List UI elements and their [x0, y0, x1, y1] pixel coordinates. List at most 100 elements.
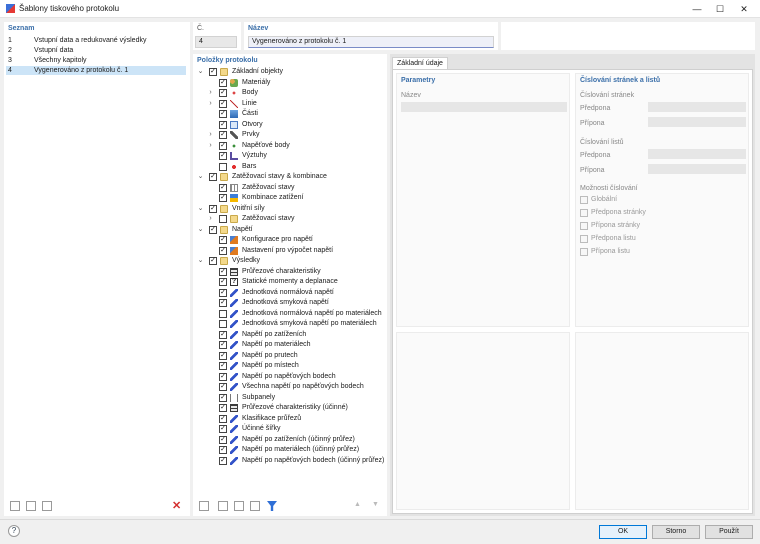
tree-checkbox[interactable]: ✓ [219, 351, 227, 360]
tree-checkbox[interactable]: ✓ [219, 236, 227, 244]
tree-item[interactable]: ⌄ ✓ Základní objekty [197, 67, 386, 77]
tree-checkbox[interactable] [219, 309, 227, 318]
move-up-icon[interactable]: ▲ [354, 501, 361, 508]
tree-checkbox[interactable]: ✓ [219, 383, 227, 391]
tree-item[interactable]: ✓ Napětí po zatíženích [207, 330, 386, 340]
tree-checkbox[interactable]: ✓ [219, 404, 227, 412]
tree-item[interactable]: ✓ Zatěžovací stavy [207, 183, 386, 193]
tree-checkbox[interactable]: ✓ [219, 288, 227, 297]
copy-template-icon[interactable] [26, 501, 36, 511]
tree-item[interactable]: ⌄ ✓ Výsledky [197, 256, 386, 266]
tree-item[interactable]: › ✓ Linie [207, 99, 386, 109]
chevron-down-icon[interactable]: ⌄ [197, 67, 204, 77]
tree-checkbox[interactable]: ✓ [219, 299, 227, 307]
tree-checkbox[interactable]: ✓ [219, 362, 227, 370]
chevron-down-icon[interactable]: ⌄ [197, 204, 204, 214]
close-button[interactable]: ✕ [733, 0, 755, 18]
tree-item[interactable]: › ✓ Body [207, 88, 386, 98]
tree-item[interactable]: ✓ Jednotková smyková napětí [207, 298, 386, 308]
tree-checkbox[interactable]: ✓ [219, 246, 227, 255]
copy-icon[interactable] [199, 501, 209, 511]
tree-item[interactable]: ✓ Otvory [207, 120, 386, 130]
tree-item[interactable]: ✓ Výztuhy [207, 151, 386, 161]
tree-checkbox[interactable]: ✓ [219, 414, 227, 423]
tree-checkbox[interactable]: ✓ [219, 141, 227, 150]
tree-checkbox[interactable]: ✓ [219, 425, 227, 433]
tree-checkbox[interactable]: ✓ [219, 78, 227, 87]
tree-item[interactable]: ✓ Napětí po materiálech (účinný průřez) [207, 445, 386, 455]
tree-checkbox[interactable]: ✓ [219, 99, 227, 108]
stranky-pripona-field[interactable] [648, 117, 746, 127]
list-item[interactable]: 3 Všechny kapitoly [6, 56, 186, 65]
tree-checkbox[interactable]: ✓ [219, 435, 227, 444]
tree-checkbox[interactable] [219, 320, 227, 328]
tree-item[interactable]: ⌄ ✓ Napětí [197, 225, 386, 235]
tree-item[interactable]: ✓ Všechna napětí po napěťových bodech [207, 382, 386, 392]
tree-checkbox[interactable]: ✓ [209, 204, 217, 213]
tree-checkbox[interactable] [219, 162, 227, 171]
tree-item[interactable]: › ✓ Prvky [207, 130, 386, 140]
tree-item[interactable]: ✓ Účinné šířky [207, 424, 386, 434]
tree-item[interactable]: › ✓ Napěťové body [207, 141, 386, 151]
option-checkbox[interactable] [580, 196, 588, 204]
cislo-field[interactable]: 4 [195, 36, 237, 48]
tree-checkbox[interactable]: ✓ [219, 183, 227, 192]
pouzit-button[interactable]: Použít [705, 525, 753, 539]
delete-icon[interactable]: ✕ [172, 499, 181, 512]
option-checkbox[interactable] [580, 235, 588, 243]
tree-item[interactable]: ✓ Subpanely [207, 393, 386, 403]
ok-button[interactable]: OK [599, 525, 647, 539]
tree-checkbox[interactable] [219, 215, 227, 223]
list-item[interactable]: 4 Vygenerováno z protokolu č. 1 [6, 66, 186, 75]
tree-checkbox[interactable]: ✓ [219, 446, 227, 454]
tree-item[interactable]: ✓ Jednotková normálová napětí [207, 288, 386, 298]
tree-item[interactable]: ✓ Průřezové charakteristiky (účinné) [207, 403, 386, 413]
tree-item[interactable]: ✓ Konfigurace pro napětí [207, 235, 386, 245]
tree-item[interactable]: ⌄ ✓ Zatěžovací stavy & kombinace [197, 172, 386, 182]
tree-item[interactable]: ✓ Napětí po zatíženích (účinný průřez) [207, 435, 386, 445]
tree-checkbox[interactable]: ✓ [219, 372, 227, 381]
tree-item[interactable]: › Zatěžovací stavy [207, 214, 386, 224]
tree-item[interactable]: ✓ Části [207, 109, 386, 119]
check-all-icon[interactable] [218, 501, 228, 511]
tree-item[interactable]: ✓ Napětí po prutech [207, 351, 386, 361]
option-checkbox[interactable] [580, 222, 588, 230]
tree-item[interactable]: ✓ Napětí po materiálech [207, 340, 386, 350]
move-down-icon[interactable]: ▼ [372, 501, 379, 508]
list-item[interactable]: 1 Vstupní data a redukované výsledky [6, 36, 186, 45]
tree-checkbox[interactable]: ✓ [219, 278, 227, 286]
chevron-right-icon[interactable]: › [207, 99, 214, 109]
tree-item[interactable]: ✓ Materiály [207, 78, 386, 88]
tree-checkbox[interactable]: ✓ [219, 120, 227, 129]
tree-checkbox[interactable]: ✓ [219, 110, 227, 118]
maximize-button[interactable]: ☐ [709, 0, 731, 18]
listy-predpona-field[interactable] [648, 149, 746, 159]
settings-icon[interactable] [250, 501, 260, 511]
tree-item[interactable]: ⌄ ✓ Vnitřní síly [197, 204, 386, 214]
minimize-button[interactable]: — [686, 0, 708, 18]
parametry-nazev-field[interactable] [401, 102, 567, 112]
chevron-right-icon[interactable]: › [207, 88, 214, 98]
tree-item[interactable]: ✓ Kombinace zatížení [207, 193, 386, 203]
tree-checkbox[interactable]: ✓ [209, 173, 217, 181]
tree-checkbox[interactable]: ✓ [219, 89, 227, 97]
stranky-predpona-field[interactable] [648, 102, 746, 112]
tree-item[interactable]: ✓ Napětí po napěťových bodech [207, 372, 386, 382]
option-checkbox[interactable] [580, 248, 588, 256]
tree-item[interactable]: ✓ Nastavení pro výpočet napětí [207, 246, 386, 256]
tree-checkbox[interactable]: ✓ [219, 341, 227, 349]
storno-button[interactable]: Storno [652, 525, 700, 539]
tree-item[interactable]: Jednotková smyková napětí po materiálech [207, 319, 386, 329]
uncheck-all-icon[interactable] [234, 501, 244, 511]
listy-pripona-field[interactable] [648, 164, 746, 174]
tree-checkbox[interactable]: ✓ [219, 330, 227, 339]
tree-item[interactable]: ✓ Klasifikace průřezů [207, 414, 386, 424]
nazev-field[interactable]: Vygenerováno z protokolu č. 1 [248, 36, 494, 48]
tree-item[interactable]: ✓? Statické momenty a deplanace [207, 277, 386, 287]
tree-item[interactable]: ✓ Napětí po místech [207, 361, 386, 371]
chevron-right-icon[interactable]: › [207, 214, 214, 224]
help-icon[interactable]: ? [8, 525, 20, 537]
tree-checkbox[interactable]: ✓ [209, 68, 217, 76]
tree-checkbox[interactable]: ✓ [219, 393, 227, 402]
import-template-icon[interactable] [42, 501, 52, 511]
